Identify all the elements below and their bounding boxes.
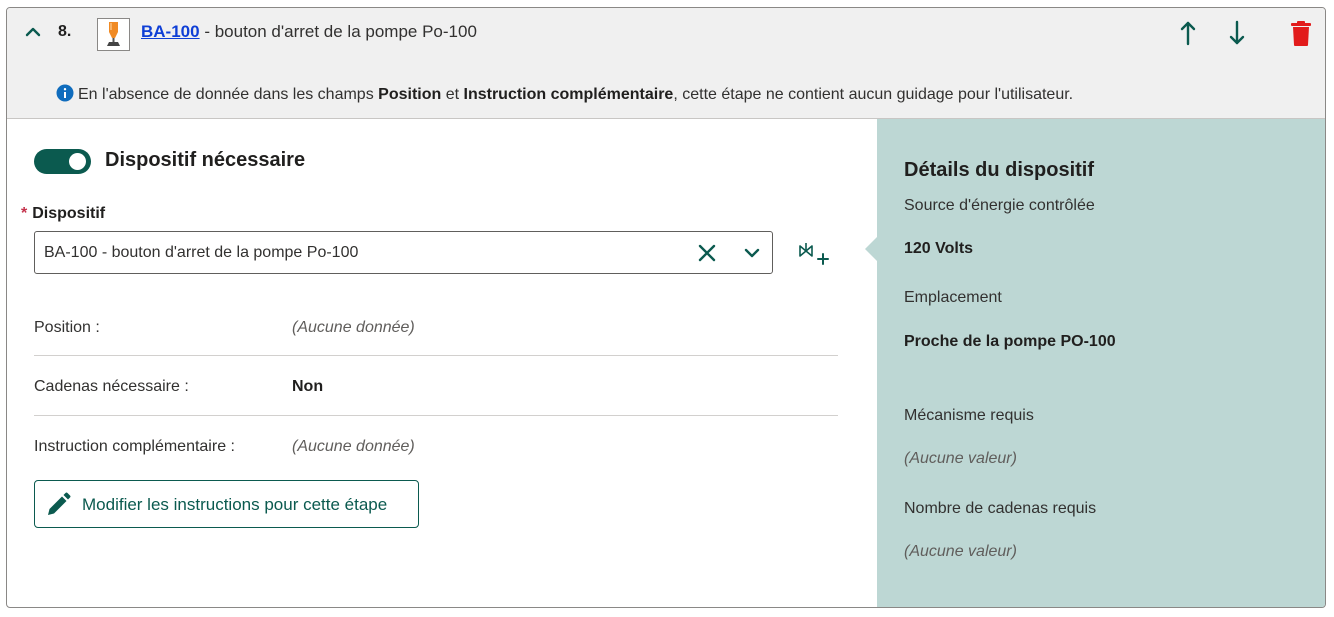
- device-description: - bouton d'arret de la pompe Po-100: [199, 22, 477, 41]
- clear-icon[interactable]: [696, 242, 718, 264]
- energy-source-value: 120 Volts: [904, 240, 974, 257]
- position-value: (Aucune donnée): [292, 319, 415, 336]
- details-title: Détails du dispositif: [904, 159, 1095, 181]
- device-required-toggle[interactable]: [34, 149, 91, 174]
- locks-value: Non: [292, 378, 324, 395]
- device-select[interactable]: BA-100 - bouton d'arret de la pompe Po-1…: [34, 231, 773, 274]
- device-code-link[interactable]: BA-100: [141, 22, 200, 41]
- lock-count-value: (Aucune valeur): [904, 543, 1017, 560]
- device-field-label: * Dispositif: [21, 205, 106, 222]
- location-label: Emplacement: [904, 289, 1002, 306]
- delete-button[interactable]: [1288, 19, 1314, 47]
- step-number: 8.: [58, 23, 72, 40]
- device-required-label: Dispositif nécessaire: [105, 149, 306, 171]
- arrow-down-icon: [1229, 20, 1245, 45]
- step-header: 8. BA-100 - bouton d'arret de la pompe P…: [7, 8, 1325, 119]
- toggle-knob: [69, 153, 86, 170]
- info-icon: [56, 84, 74, 107]
- mechanism-label: Mécanisme requis: [904, 407, 1034, 424]
- trash-icon: [1291, 21, 1311, 46]
- instruction-value: (Aucune donnée): [292, 438, 415, 455]
- divider: [34, 355, 838, 356]
- info-message: En l'absence de donnée dans les champs P…: [56, 84, 1073, 107]
- move-up-button[interactable]: [1175, 19, 1201, 47]
- device-select-value: BA-100 - bouton d'arret de la pompe Po-1…: [44, 244, 359, 261]
- device-details-panel: Détails du dispositif Source d'énergie c…: [865, 119, 1325, 607]
- divider: [34, 415, 838, 416]
- arrow-up-icon: [1180, 21, 1196, 46]
- mechanism-value: (Aucune valeur): [904, 450, 1017, 467]
- move-down-button[interactable]: [1224, 19, 1250, 47]
- pencil-icon: [45, 492, 71, 518]
- panel-pointer: [865, 237, 877, 261]
- add-device-icon[interactable]: [798, 240, 830, 270]
- hand-stop-device-icon: [97, 18, 130, 51]
- energy-source-label: Source d'énergie contrôlée: [904, 197, 1095, 214]
- location-value: Proche de la pompe PO-100: [904, 333, 1116, 350]
- chevron-down-icon[interactable]: [741, 242, 763, 264]
- edit-instructions-button[interactable]: Modifier les instructions pour cette éta…: [34, 480, 419, 528]
- chevron-up-icon[interactable]: [23, 22, 43, 42]
- locks-label: Cadenas nécessaire :: [34, 378, 189, 395]
- instruction-label: Instruction complémentaire :: [34, 438, 235, 455]
- required-mark: *: [21, 205, 28, 222]
- lock-count-label: Nombre de cadenas requis: [904, 500, 1097, 517]
- position-label: Position :: [34, 319, 100, 336]
- step-title: BA-100 - bouton d'arret de la pompe Po-1…: [141, 22, 477, 42]
- edit-instructions-label: Modifier les instructions pour cette éta…: [82, 495, 388, 514]
- step-card: 8. BA-100 - bouton d'arret de la pompe P…: [6, 7, 1326, 608]
